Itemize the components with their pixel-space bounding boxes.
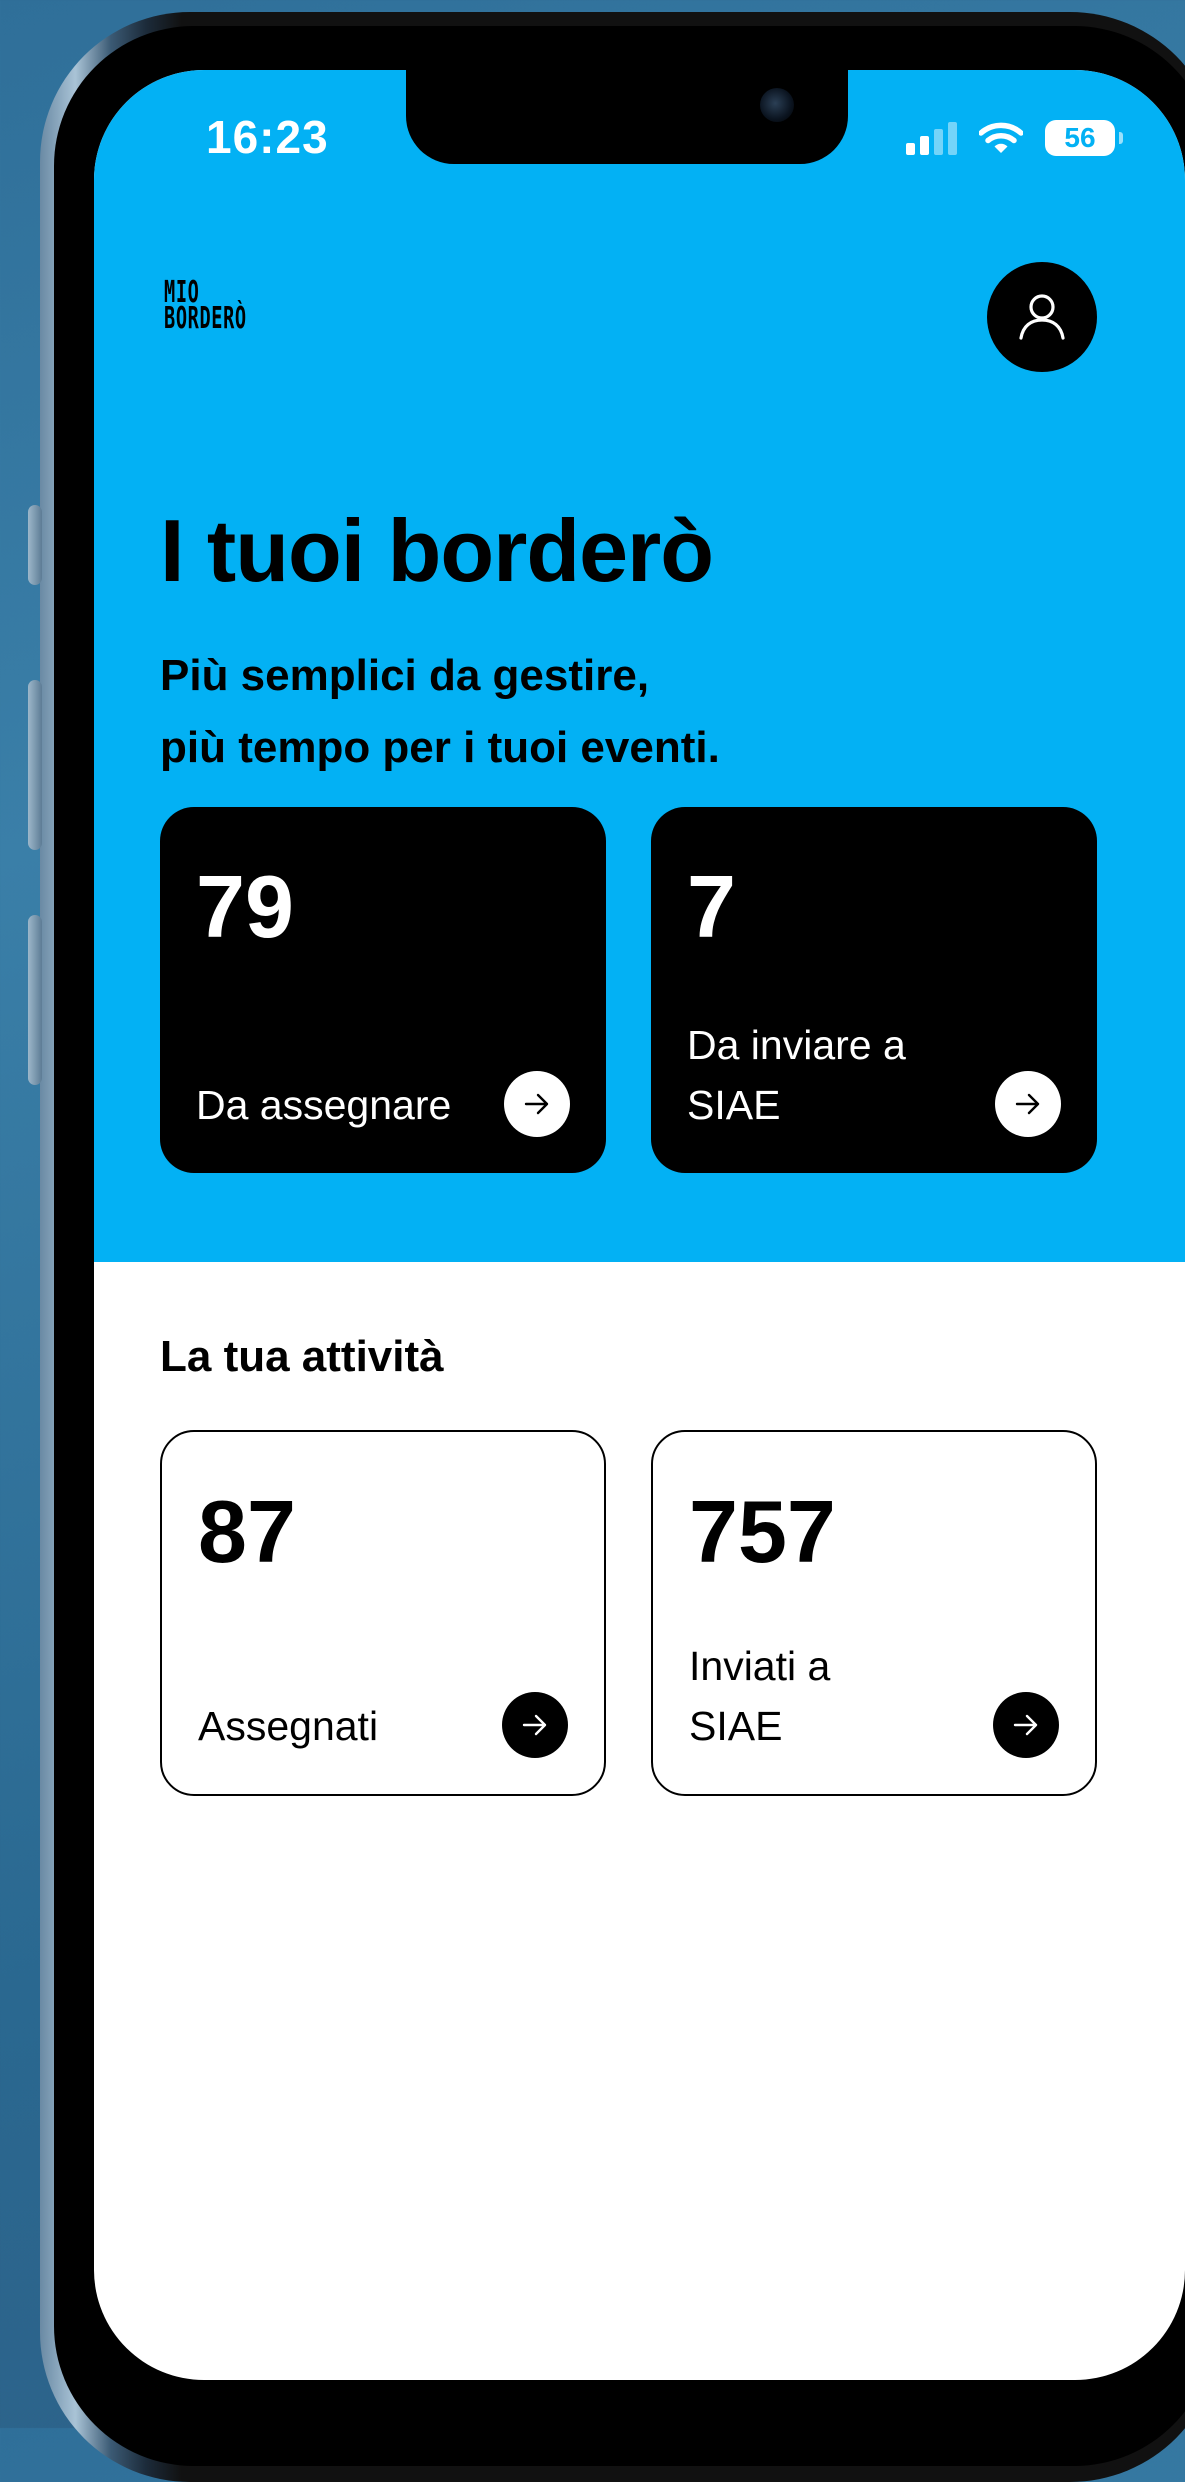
- card-da-inviare[interactable]: 7 Da inviare a SIAE: [651, 807, 1097, 1173]
- cellular-signal-icon: [906, 121, 957, 155]
- card-arrow-button[interactable]: [504, 1071, 570, 1137]
- battery-icon: 56: [1045, 120, 1123, 156]
- card-count: 79: [196, 857, 294, 956]
- status-time: 16:23: [206, 111, 329, 163]
- card-label: Inviati a SIAE: [689, 1643, 831, 1749]
- app-screen: 16:23 56 MIO BORDERÒ I tuoi borderò Più …: [94, 70, 1185, 2380]
- logo-line2: BORDERÒ: [164, 301, 247, 336]
- card-label: Assegnati: [198, 1703, 379, 1749]
- user-icon: [1019, 294, 1065, 340]
- card-count: 87: [198, 1482, 296, 1581]
- subtitle-line2: più tempo per i tuoi eventi.: [160, 723, 720, 772]
- notch: [406, 70, 848, 164]
- app-logo[interactable]: MIO BORDERÒ: [164, 278, 247, 336]
- volume-down-button: [28, 915, 42, 1085]
- section-title-activity: La tua attività: [160, 1332, 444, 1381]
- card-arrow-button[interactable]: [502, 1692, 568, 1758]
- wifi-icon: [979, 122, 1023, 153]
- profile-button[interactable]: [987, 262, 1097, 372]
- front-camera: [760, 88, 794, 122]
- subtitle-line1: Più semplici da gestire,: [160, 651, 650, 700]
- card-arrow-button[interactable]: [995, 1071, 1061, 1137]
- page-title: I tuoi borderò: [160, 501, 714, 600]
- card-arrow-button[interactable]: [993, 1692, 1059, 1758]
- card-count: 757: [689, 1482, 836, 1581]
- arrow-right-icon: [522, 1714, 547, 1736]
- card-label: Da assegnare: [196, 1082, 452, 1128]
- silent-switch: [28, 505, 42, 585]
- card-label: Da inviare a SIAE: [687, 1022, 906, 1128]
- arrow-right-icon: [524, 1093, 549, 1115]
- card-assegnati[interactable]: 87 Assegnati: [160, 1430, 606, 1796]
- battery-level: 56: [1064, 122, 1096, 153]
- page-subtitle: Più semplici da gestire, più tempo per i…: [160, 640, 720, 784]
- arrow-right-icon: [1015, 1093, 1040, 1115]
- card-inviati[interactable]: 757 Inviati a SIAE: [651, 1430, 1097, 1796]
- status-indicators: 56: [906, 120, 1123, 156]
- arrow-right-icon: [1013, 1714, 1038, 1736]
- volume-up-button: [28, 680, 42, 850]
- card-count: 7: [687, 857, 736, 956]
- card-da-assegnare[interactable]: 79 Da assegnare: [160, 807, 606, 1173]
